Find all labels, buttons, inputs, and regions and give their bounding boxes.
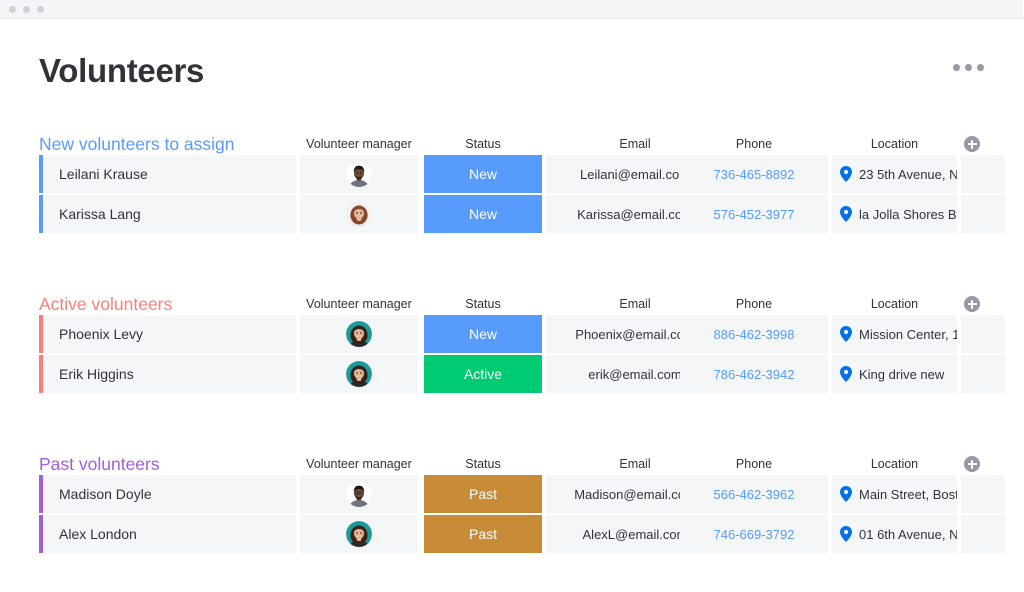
window-controls[interactable]	[9, 6, 44, 13]
cell-location[interactable]: King drive new	[832, 355, 957, 393]
cell-empty-trailing[interactable]	[961, 475, 1005, 513]
cell-location[interactable]: Main Street, Bost	[832, 475, 957, 513]
column-header-location[interactable]: Location	[832, 455, 957, 473]
cell-phone[interactable]: 576-452-3977	[680, 195, 828, 233]
column-header-status[interactable]: Status	[424, 135, 542, 153]
minimize-window-dot[interactable]	[23, 6, 30, 13]
avatar	[346, 201, 372, 227]
avatar	[346, 361, 372, 387]
board-group: Past volunteers Volunteer manager Status Em…	[0, 453, 1024, 555]
cell-location[interactable]: la Jolla Shores B	[832, 195, 957, 233]
cell-location[interactable]: Mission Center, 1	[832, 315, 957, 353]
location-pin-icon	[840, 526, 852, 542]
cell-volunteer-manager[interactable]	[300, 195, 418, 233]
cell-volunteer-name[interactable]: Phoenix Levy	[39, 315, 296, 353]
location-text: Main Street, Bost	[859, 486, 957, 502]
cell-phone[interactable]: 566-462-3962	[680, 475, 828, 513]
location-text: la Jolla Shores B	[859, 206, 957, 222]
cell-empty-trailing[interactable]	[961, 515, 1005, 553]
more-dot-2	[965, 64, 972, 71]
column-header-manager[interactable]: Volunteer manager	[300, 455, 418, 473]
cell-volunteer-name[interactable]: Alex London	[39, 515, 296, 553]
status-badge[interactable]: Past	[424, 515, 542, 553]
group-title[interactable]: Active volunteers	[39, 293, 172, 315]
table-row[interactable]: Erik Higgins Active erik@email.com 786-462-…	[0, 355, 1024, 393]
location-pin-icon	[840, 486, 852, 502]
status-badge[interactable]: New	[424, 195, 542, 233]
cell-location[interactable]: 01 6th Avenue, N	[832, 515, 957, 553]
location-pin-icon	[840, 166, 852, 182]
board-page: Volunteers New volunteers to assign Volun…	[0, 19, 1024, 592]
cell-empty-trailing[interactable]	[961, 315, 1005, 353]
board-group: Active volunteers Volunteer manager Status…	[0, 293, 1024, 395]
table-row[interactable]: Phoenix Levy New Phoenix@email.com 886-462-…	[0, 315, 1024, 353]
column-header-phone[interactable]: Phone	[680, 295, 828, 313]
group-header-row: Active volunteers Volunteer manager Status…	[0, 293, 1024, 315]
close-window-dot[interactable]	[9, 6, 16, 13]
table-row[interactable]: Leilani Krause New Leilani@email.com 736-46…	[0, 155, 1024, 193]
cell-volunteer-manager[interactable]	[300, 155, 418, 193]
column-header-status[interactable]: Status	[424, 455, 542, 473]
status-badge[interactable]: New	[424, 155, 542, 193]
location-text: Mission Center, 1	[859, 326, 957, 342]
cell-phone[interactable]: 886-462-3998	[680, 315, 828, 353]
board-group: New volunteers to assign Volunteer manage…	[0, 133, 1024, 235]
add-column-button[interactable]	[964, 296, 980, 312]
group-title[interactable]: New volunteers to assign	[39, 133, 235, 155]
table-row[interactable]: Alex London Past AlexL@email.com 746-669-37…	[0, 515, 1024, 553]
cell-volunteer-name[interactable]: Leilani Krause	[39, 155, 296, 193]
location-pin-icon	[840, 366, 852, 382]
cell-volunteer-manager[interactable]	[300, 515, 418, 553]
column-header-phone[interactable]: Phone	[680, 455, 828, 473]
group-header-row: Past volunteers Volunteer manager Status Em…	[0, 453, 1024, 475]
cell-volunteer-manager[interactable]	[300, 475, 418, 513]
table-row[interactable]: Karissa Lang New Karissa@email.com 576-452-…	[0, 195, 1024, 233]
column-header-status[interactable]: Status	[424, 295, 542, 313]
location-text: 23 5th Avenue, N	[859, 166, 957, 182]
add-column-button[interactable]	[964, 456, 980, 472]
status-badge[interactable]: New	[424, 315, 542, 353]
location-pin-icon	[840, 326, 852, 342]
avatar	[346, 481, 372, 507]
maximize-window-dot[interactable]	[37, 6, 44, 13]
app-window: Volunteers New volunteers to assign Volun…	[0, 0, 1024, 592]
cell-phone[interactable]: 746-669-3792	[680, 515, 828, 553]
cell-location[interactable]: 23 5th Avenue, N	[832, 155, 957, 193]
group-title[interactable]: Past volunteers	[39, 453, 160, 475]
cell-phone[interactable]: 736-465-8892	[680, 155, 828, 193]
cell-volunteer-name[interactable]: Madison Doyle	[39, 475, 296, 513]
cell-volunteer-manager[interactable]	[300, 355, 418, 393]
column-header-location[interactable]: Location	[832, 135, 957, 153]
table-row[interactable]: Madison Doyle Past Madison@email.com 566-46…	[0, 475, 1024, 513]
location-text: King drive new	[859, 366, 945, 382]
cell-volunteer-manager[interactable]	[300, 315, 418, 353]
window-titlebar	[0, 0, 1024, 19]
location-text: 01 6th Avenue, N	[859, 526, 957, 542]
more-dot-3	[977, 64, 984, 71]
column-header-location[interactable]: Location	[832, 295, 957, 313]
cell-empty-trailing[interactable]	[961, 355, 1005, 393]
board-more-menu-button[interactable]	[953, 64, 984, 71]
cell-empty-trailing[interactable]	[961, 155, 1005, 193]
column-header-manager[interactable]: Volunteer manager	[300, 135, 418, 153]
page-title: Volunteers	[39, 52, 205, 89]
avatar	[346, 521, 372, 547]
status-badge[interactable]: Active	[424, 355, 542, 393]
cell-phone[interactable]: 786-462-3942	[680, 355, 828, 393]
cell-volunteer-name[interactable]: Karissa Lang	[39, 195, 296, 233]
group-header-row: New volunteers to assign Volunteer manage…	[0, 133, 1024, 155]
status-badge[interactable]: Past	[424, 475, 542, 513]
avatar	[346, 321, 372, 347]
column-header-phone[interactable]: Phone	[680, 135, 828, 153]
more-dot-1	[953, 64, 960, 71]
location-pin-icon	[840, 206, 852, 222]
column-header-manager[interactable]: Volunteer manager	[300, 295, 418, 313]
add-column-button[interactable]	[964, 136, 980, 152]
avatar	[346, 161, 372, 187]
cell-volunteer-name[interactable]: Erik Higgins	[39, 355, 296, 393]
cell-empty-trailing[interactable]	[961, 195, 1005, 233]
